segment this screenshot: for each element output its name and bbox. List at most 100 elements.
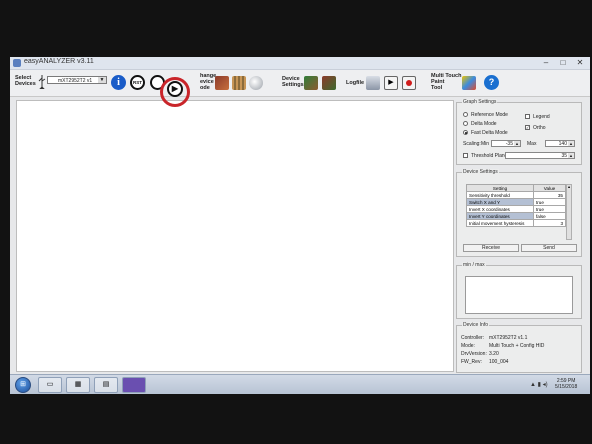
device-settings-title: Device Settings [462,169,499,175]
chevron-down-icon[interactable]: ▼ [98,77,106,83]
setting-value[interactable]: true [533,198,566,206]
threshold-plane-label: Threshold Plane [471,153,508,159]
setting-value[interactable]: 35 [533,191,566,199]
graph-canvas[interactable] [16,100,454,372]
driver-version-label: DrvVersion: [461,351,487,357]
device-settings-group: Device Settings Setting Value Sensitivit… [456,169,582,257]
min-max-display [465,276,573,314]
spinner-arrow-icon[interactable]: ▲ [568,153,574,158]
table-row[interactable]: Invert X coordinates true [466,205,566,213]
toolbar: Select Devices mXT2952T2 v1 ▼ i RST ▶ ha… [10,70,590,97]
device-select[interactable]: mXT2952T2 v1 ▼ [47,76,107,84]
device-settings-green-icon[interactable] [304,76,318,90]
taskbar-clock[interactable]: 2:59 PM 5/15/2018 [555,378,577,390]
controller-value: mXT2952T2 v1.1 [489,335,528,341]
min-label: Min [481,141,490,147]
table-row[interactable]: Initial movement hysteresis 3 [466,219,566,227]
max-value: 140 [558,141,567,147]
spinner-arrow-icon[interactable]: ▲ [514,141,520,146]
tray-icons[interactable]: ▲ ▮ ◂) [530,381,548,388]
mode-value: Multi Touch + Config HID [489,343,545,349]
close-button[interactable]: ✕ [572,57,588,68]
paint-tool-icon[interactable] [462,76,476,90]
reset-button[interactable]: RST [130,75,145,90]
chip-red-icon[interactable] [215,76,229,90]
fw-rev-label: FW_Rev: [461,359,482,365]
flask-icon[interactable] [249,76,263,90]
device-select-value: mXT2952T2 v1 [58,78,93,84]
setting-value[interactable]: 3 [533,219,566,227]
setting-value[interactable]: false [533,212,566,220]
setting-column-header: Setting [466,184,534,192]
legend-checkbox[interactable] [525,114,530,119]
grid-icon[interactable] [232,76,246,90]
taskbar-paint-icon[interactable] [122,377,146,393]
device-settings-table: Setting Value Sensitivity threshold 35 S… [466,184,566,227]
app-logo-icon [13,59,21,67]
send-button[interactable]: Send [521,244,577,252]
title-bar: easyANALYZER v3.11 – □ ✕ [10,57,590,70]
side-panel: Graph Settings Reference Mode Delta Mode… [456,97,586,375]
table-row[interactable]: Sensitivity threshold 35 [466,191,566,199]
table-row[interactable]: Invert Y coordinates false [466,212,566,220]
reference-mode-label: Reference Mode [471,112,508,118]
graph-settings-title: Graph Settings [462,99,498,105]
reference-mode-radio[interactable] [463,112,468,117]
fast-delta-mode-label: Fast Delta Mode [471,130,508,136]
value-column-header: Value [533,184,566,192]
driver-version-value: 3.20 [489,351,499,357]
minimize-button[interactable]: – [538,57,554,68]
setting-name: Initial movement hysteresis [466,219,534,227]
mode-label: Mode: [461,343,475,349]
setting-name: Switch X and Y [466,198,534,206]
threshold-spinner[interactable]: 35 ▲ [505,152,575,159]
taskbar-explorer-icon[interactable]: ▤ [94,377,118,393]
min-max-group: min / max [456,262,582,319]
printer-icon[interactable] [366,76,380,90]
delta-mode-label: Delta Mode [471,121,497,127]
windows-taskbar: ⊞ ▭ ▦ ▤ ▲ ▮ ◂) 2:59 PM 5/15/2018 [10,374,590,394]
change-device-mode-label: hange evice ode [200,73,217,91]
ortho-checkbox[interactable]: ✓ [525,125,530,130]
start-button[interactable]: ⊞ [15,377,31,393]
device-settings-red-icon[interactable] [322,76,336,90]
usb-icon [38,75,46,89]
max-spinner[interactable]: 140 ▲ [545,140,575,147]
graph-settings-group: Graph Settings Reference Mode Delta Mode… [456,99,582,165]
device-info-title: Device Info [462,322,490,328]
info-button[interactable]: i [111,75,126,90]
multitouch-paint-label: Multi Touch Paint Tool [431,73,462,91]
table-scrollbar[interactable]: ▲ [566,184,572,240]
setting-value[interactable]: true [533,205,566,213]
device-settings-label: Device Settings [282,76,304,88]
threshold-value: 35 [561,153,567,159]
scaling-label: Scaling: [463,141,481,147]
fast-delta-mode-radio[interactable] [463,130,468,135]
taskbar-analyzer-icon[interactable]: ▦ [66,377,90,393]
table-row[interactable]: Switch X and Y true [466,198,566,206]
delta-mode-radio[interactable] [463,121,468,126]
select-devices-label: Select Devices [15,75,36,87]
fw-rev-value: 100_004 [489,359,509,365]
log-record-icon[interactable] [402,76,416,90]
log-play-icon[interactable]: ▶ [384,76,398,90]
min-value: -35 [505,141,513,147]
setting-name: Invert Y coordinates [466,212,534,220]
taskbar-window-icon[interactable]: ▭ [38,377,62,393]
window-title: easyANALYZER v3.11 [24,58,94,65]
spinner-arrow-icon[interactable]: ▲ [568,141,574,146]
legend-label: Legend [533,114,550,120]
maximize-button[interactable]: □ [555,57,571,68]
setting-name: Invert X coordinates [466,205,534,213]
ortho-label: Ortho [533,125,546,131]
threshold-plane-checkbox[interactable] [463,153,468,158]
help-button[interactable]: ? [484,75,499,90]
controller-label: Controller: [461,335,485,341]
setting-name: Sensitivity threshold [466,191,534,199]
app-screen: easyANALYZER v3.11 – □ ✕ Select Devices … [10,57,590,394]
max-label: Max [527,141,537,147]
receive-button[interactable]: Receive [463,244,519,252]
min-spinner[interactable]: -35 ▲ [491,140,521,147]
min-max-title: min / max [462,262,486,268]
clock-date: 5/15/2018 [555,384,578,390]
